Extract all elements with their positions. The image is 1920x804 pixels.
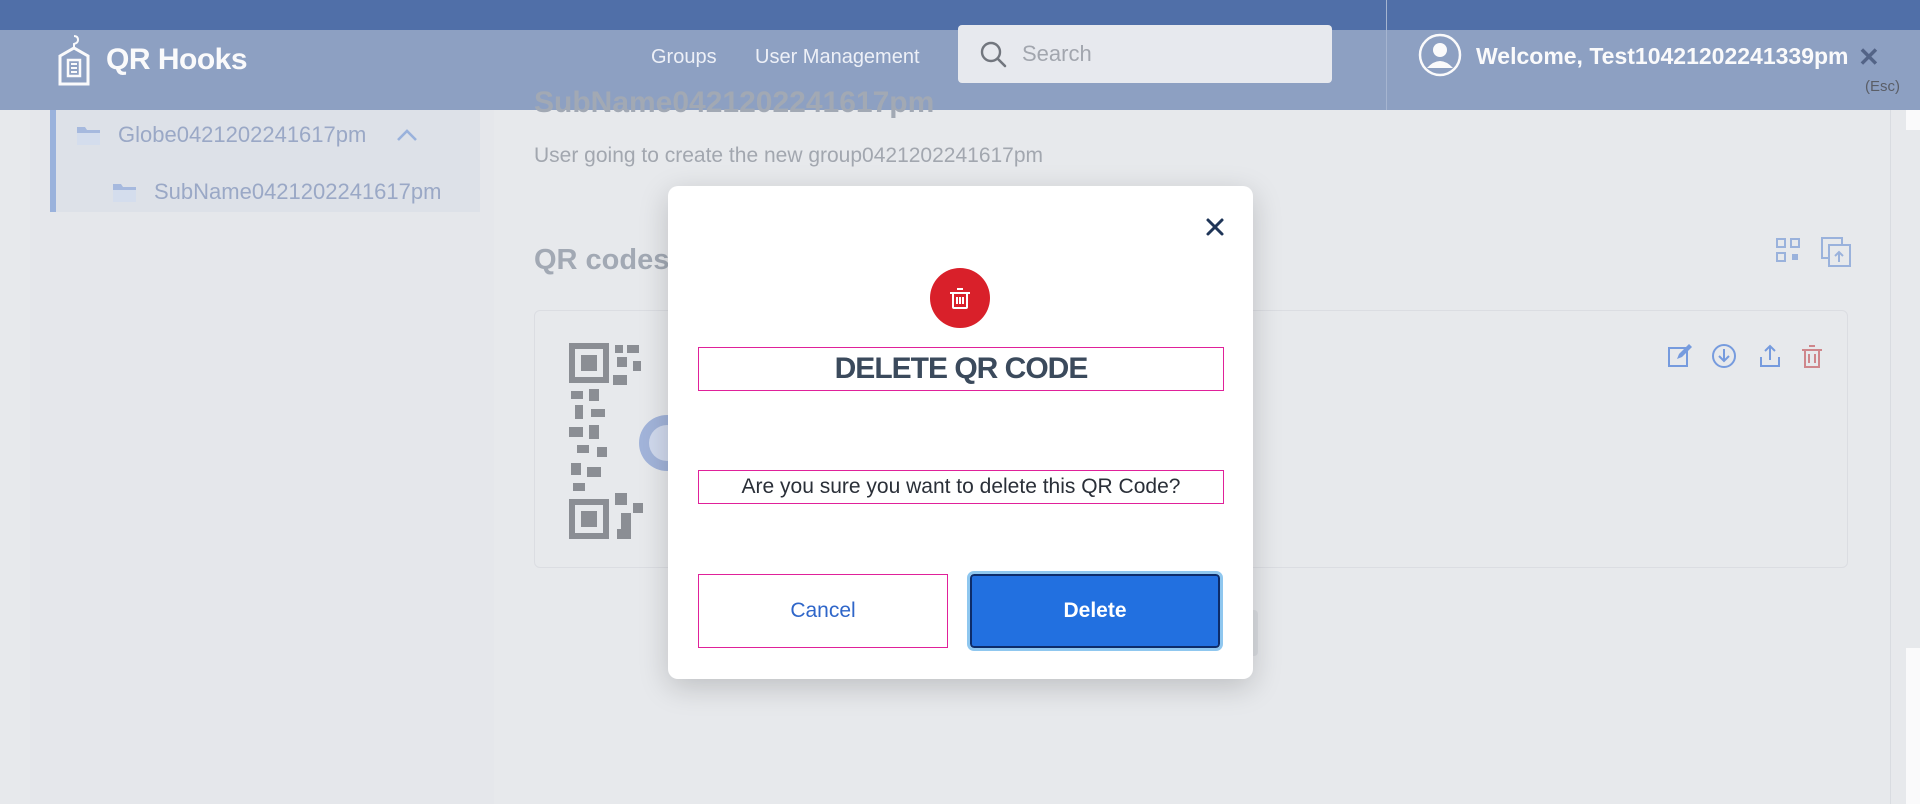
modal-message: Are you sure you want to delete this QR … (741, 475, 1181, 498)
close-icon[interactable] (1200, 212, 1230, 242)
modal-message-box: Are you sure you want to delete this QR … (698, 470, 1224, 504)
trash-badge (930, 268, 990, 328)
modal-title: DELETE QR CODE (834, 352, 1089, 385)
delete-qr-dialog: DELETE QR CODE Are you sure you want to … (668, 186, 1253, 679)
trash-icon (950, 288, 970, 309)
modal-title-box: DELETE QR CODE (698, 347, 1224, 391)
delete-button[interactable]: Delete (967, 571, 1223, 651)
cancel-button[interactable]: Cancel (698, 574, 948, 648)
